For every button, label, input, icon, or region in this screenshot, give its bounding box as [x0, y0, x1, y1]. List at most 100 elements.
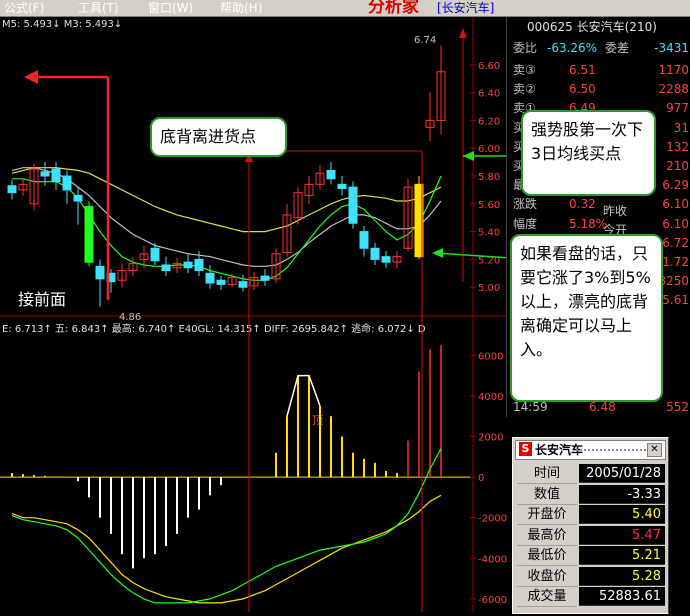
candle-body [348, 186, 358, 224]
info-row-value: 2005/01/28 [579, 464, 665, 483]
low-price-label: 4.86 [119, 312, 141, 323]
candle-body [7, 185, 17, 194]
osc-tick-label: -2000 [478, 514, 507, 525]
price-tick-label: 5.00 [478, 283, 500, 294]
drag-handle[interactable] [576, 449, 646, 451]
diff-value: -3431 [654, 41, 689, 55]
ratio-label: 委比 [513, 41, 538, 55]
info-row-value: 5.47 [579, 525, 665, 545]
menu-item-tools[interactable]: 工具(T) [78, 0, 119, 16]
oscillator-axis: 6000 4000 2000 0 -2000 -4000 -6000 [0, 351, 507, 606]
price-tick-label: 5.80 [478, 172, 500, 183]
osc-tick-label: 6000 [478, 351, 503, 362]
ratio-value: -63.26% [547, 41, 598, 55]
info-row: 收盘价 5.28 [517, 566, 665, 587]
quote-title: 000625 长安汽车(210) [527, 20, 657, 34]
quote-row: 卖③ 6.51 1170 [507, 61, 690, 80]
menu-item-window[interactable]: 窗口(W) [148, 0, 193, 16]
indicator-header: E: 6.713↑ 五: 6.843↑ 最高: 6.740↑ E40GL: 14… [2, 322, 426, 335]
info-row-value: 5.40 [579, 505, 665, 524]
osc-tick-label: 4000 [478, 392, 503, 403]
info-row-key: 时间 [517, 464, 577, 484]
close-icon[interactable]: ✕ [647, 443, 662, 457]
quote-row-label: 卖③ [513, 63, 536, 77]
right-marker-arrow [459, 28, 467, 38]
price-tick-label: 6.20 [478, 116, 500, 127]
price-tick-label: 5.40 [478, 228, 500, 239]
info-window-titlebar[interactable]: S 长安汽车 ✕ [515, 440, 666, 460]
ma-header: M5: 5.493↓ M3: 5.493↓ [2, 19, 122, 30]
candle-body [95, 265, 105, 280]
info-row-key: 最低价 [517, 546, 577, 566]
callout-advice-text: 如果看盘的话，只要它涨了3%到5%以上，漂亮的底背离确定可以马上入。 [520, 244, 651, 359]
candle-body [194, 258, 204, 272]
app-logo-icon: S [519, 442, 532, 456]
info-row: 时间 2005/01/28 [517, 464, 665, 484]
info-row: 数值 -3.33 [517, 484, 665, 505]
quote-title-row: 000625 长安汽车(210) [507, 18, 690, 37]
tick-volume: 552 [666, 400, 689, 414]
candle-body [183, 261, 193, 269]
info-row-key: 收盘价 [517, 566, 577, 587]
candle-body [370, 247, 380, 260]
callout-advice: 如果看盘的话，只要它涨了3%到5%以上，漂亮的底背离确定可以马上入。 [510, 234, 663, 402]
chart-area[interactable]: M5: 5.493↓ M3: 5.493↓ E: 6.713↑ 五: 6.843… [0, 17, 511, 612]
kline-chart[interactable]: M5: 5.493↓ M3: 5.493↓ E: 6.713↑ 五: 6.843… [0, 17, 511, 612]
info-row: 开盘价 5.40 [517, 505, 665, 525]
quote-row-volume: 977 [666, 101, 689, 116]
candle-body [238, 281, 248, 288]
osc-line-slow [11, 494, 442, 604]
osc-tick-label: -4000 [478, 554, 507, 565]
info-row-value: -3.33 [579, 484, 665, 504]
quote-ratio-row: 委比 -63.26% 委差 -3431 [507, 39, 690, 58]
candle-body [326, 169, 336, 180]
candle-body [359, 231, 369, 249]
info-row: 最高价 5.47 [517, 525, 665, 546]
candle-body [40, 171, 50, 177]
ma-line-fast [12, 175, 442, 281]
info-window[interactable]: S 长安汽车 ✕ 时间 2005/01/28 数值 -3.33 开盘价 5.40 最高价 5.… [512, 437, 669, 614]
callout-strong: 强势股第一次下3日均线买点 [521, 110, 656, 196]
zuoshou-row: 昨收 [507, 202, 690, 221]
quote-row-volume: 132 [666, 139, 689, 154]
price-tick-label: 5.60 [478, 200, 500, 211]
info-row-key: 数值 [517, 484, 577, 505]
moving-average-lines [11, 167, 442, 281]
candle-body [51, 168, 61, 183]
candle-body [205, 272, 215, 284]
high-price-label: 6.74 [414, 35, 436, 46]
quote-row-volume: 1170 [658, 63, 689, 77]
quote-row-volume: 1.72 [662, 255, 689, 269]
info-row-value: 5.21 [579, 546, 665, 565]
price-axis: 6.606.406.206.005.805.605.405.205.00 [470, 61, 500, 294]
candle-body [216, 279, 226, 285]
info-row-key: 成交量 [517, 587, 577, 607]
candle-body [62, 175, 72, 191]
candle-body [84, 206, 94, 263]
quote-row-volume: 3250 [658, 274, 689, 289]
advice-arrow-head [432, 248, 443, 258]
candle-body [260, 275, 270, 281]
quote-row-volume: 6.29 [662, 178, 689, 193]
callout-buy-point: 底背离进货点 [150, 117, 287, 157]
quote-row-volume: 210 [666, 159, 689, 173]
left-note: 接前面 [18, 290, 67, 309]
info-row-key: 最高价 [517, 525, 577, 546]
osc-tick-label: -6000 [478, 595, 507, 606]
candle-body [337, 183, 347, 190]
candles [7, 45, 446, 307]
quote-row-label: 卖② [513, 82, 536, 97]
quote-row-price: 6.50 [569, 82, 596, 97]
strong-arrow-head [463, 151, 474, 161]
osc-line-fast [11, 448, 442, 604]
osc-tick-label: 0 [478, 473, 484, 484]
callout-strong-text: 强势股第一次下3日均线买点 [531, 120, 644, 163]
menu-item-help[interactable]: 帮助(H) [220, 0, 262, 16]
menu-item-formula[interactable]: 公式(F) [4, 0, 44, 16]
info-row: 最低价 5.21 [517, 546, 665, 566]
oscillator-lines [11, 374, 442, 604]
left-arrow-head [24, 70, 38, 84]
osc-tick-label: 2000 [478, 432, 503, 443]
price-tick-label: 6.60 [478, 61, 500, 72]
top-marker-shape [286, 374, 321, 417]
